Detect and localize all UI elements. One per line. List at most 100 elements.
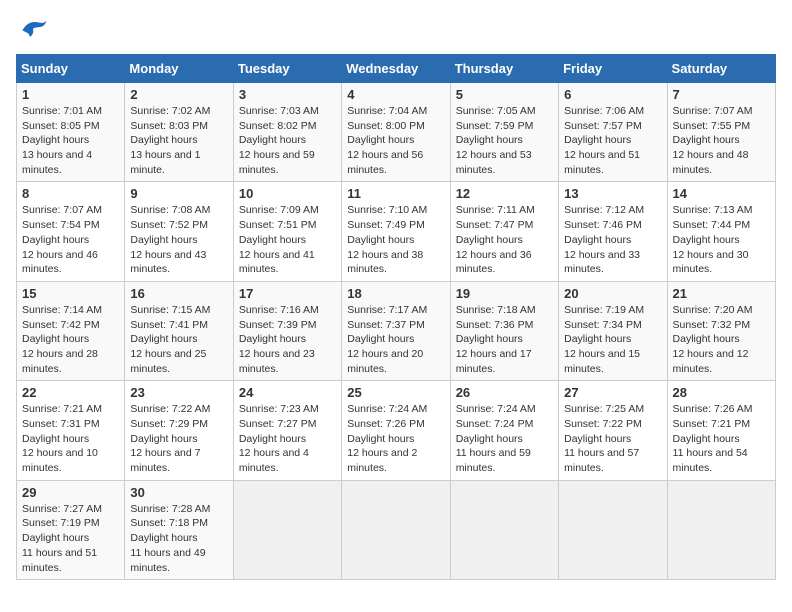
day-number: 16 — [130, 286, 227, 301]
day-info: Sunrise: 7:14 AM Sunset: 7:42 PM Dayligh… — [22, 303, 119, 376]
day-number: 26 — [456, 385, 553, 400]
table-row — [342, 480, 450, 579]
col-friday: Friday — [559, 55, 667, 83]
day-number: 24 — [239, 385, 336, 400]
day-info: Sunrise: 7:03 AM Sunset: 8:02 PM Dayligh… — [239, 104, 336, 177]
day-number: 3 — [239, 87, 336, 102]
day-number: 12 — [456, 186, 553, 201]
day-info: Sunrise: 7:20 AM Sunset: 7:32 PM Dayligh… — [673, 303, 770, 376]
table-row: 3 Sunrise: 7:03 AM Sunset: 8:02 PM Dayli… — [233, 83, 341, 182]
day-number: 22 — [22, 385, 119, 400]
table-row: 18 Sunrise: 7:17 AM Sunset: 7:37 PM Dayl… — [342, 281, 450, 380]
table-row: 8 Sunrise: 7:07 AM Sunset: 7:54 PM Dayli… — [17, 182, 125, 281]
day-number: 19 — [456, 286, 553, 301]
table-row: 7 Sunrise: 7:07 AM Sunset: 7:55 PM Dayli… — [667, 83, 775, 182]
day-number: 28 — [673, 385, 770, 400]
day-number: 4 — [347, 87, 444, 102]
day-info: Sunrise: 7:08 AM Sunset: 7:52 PM Dayligh… — [130, 203, 227, 276]
day-info: Sunrise: 7:21 AM Sunset: 7:31 PM Dayligh… — [22, 402, 119, 475]
table-row: 22 Sunrise: 7:21 AM Sunset: 7:31 PM Dayl… — [17, 381, 125, 480]
calendar-row: 8 Sunrise: 7:07 AM Sunset: 7:54 PM Dayli… — [17, 182, 776, 281]
table-row: 19 Sunrise: 7:18 AM Sunset: 7:36 PM Dayl… — [450, 281, 558, 380]
table-row: 27 Sunrise: 7:25 AM Sunset: 7:22 PM Dayl… — [559, 381, 667, 480]
col-wednesday: Wednesday — [342, 55, 450, 83]
weekday-row: Sunday Monday Tuesday Wednesday Thursday… — [17, 55, 776, 83]
day-info: Sunrise: 7:28 AM Sunset: 7:18 PM Dayligh… — [130, 502, 227, 575]
table-row: 29 Sunrise: 7:27 AM Sunset: 7:19 PM Dayl… — [17, 480, 125, 579]
logo — [16, 16, 52, 44]
day-number: 30 — [130, 485, 227, 500]
table-row: 4 Sunrise: 7:04 AM Sunset: 8:00 PM Dayli… — [342, 83, 450, 182]
day-info: Sunrise: 7:23 AM Sunset: 7:27 PM Dayligh… — [239, 402, 336, 475]
table-row: 12 Sunrise: 7:11 AM Sunset: 7:47 PM Dayl… — [450, 182, 558, 281]
day-number: 17 — [239, 286, 336, 301]
calendar-row: 15 Sunrise: 7:14 AM Sunset: 7:42 PM Dayl… — [17, 281, 776, 380]
table-row: 13 Sunrise: 7:12 AM Sunset: 7:46 PM Dayl… — [559, 182, 667, 281]
day-number: 2 — [130, 87, 227, 102]
day-number: 5 — [456, 87, 553, 102]
day-info: Sunrise: 7:25 AM Sunset: 7:22 PM Dayligh… — [564, 402, 661, 475]
table-row — [450, 480, 558, 579]
day-info: Sunrise: 7:19 AM Sunset: 7:34 PM Dayligh… — [564, 303, 661, 376]
table-row: 20 Sunrise: 7:19 AM Sunset: 7:34 PM Dayl… — [559, 281, 667, 380]
day-info: Sunrise: 7:04 AM Sunset: 8:00 PM Dayligh… — [347, 104, 444, 177]
day-info: Sunrise: 7:13 AM Sunset: 7:44 PM Dayligh… — [673, 203, 770, 276]
day-info: Sunrise: 7:05 AM Sunset: 7:59 PM Dayligh… — [456, 104, 553, 177]
day-number: 6 — [564, 87, 661, 102]
table-row: 1 Sunrise: 7:01 AM Sunset: 8:05 PM Dayli… — [17, 83, 125, 182]
day-info: Sunrise: 7:10 AM Sunset: 7:49 PM Dayligh… — [347, 203, 444, 276]
day-info: Sunrise: 7:11 AM Sunset: 7:47 PM Dayligh… — [456, 203, 553, 276]
day-info: Sunrise: 7:02 AM Sunset: 8:03 PM Dayligh… — [130, 104, 227, 177]
table-row: 5 Sunrise: 7:05 AM Sunset: 7:59 PM Dayli… — [450, 83, 558, 182]
day-number: 27 — [564, 385, 661, 400]
logo-icon — [16, 16, 48, 44]
day-number: 20 — [564, 286, 661, 301]
table-row: 21 Sunrise: 7:20 AM Sunset: 7:32 PM Dayl… — [667, 281, 775, 380]
day-number: 23 — [130, 385, 227, 400]
day-number: 1 — [22, 87, 119, 102]
col-monday: Monday — [125, 55, 233, 83]
table-row — [233, 480, 341, 579]
table-row: 9 Sunrise: 7:08 AM Sunset: 7:52 PM Dayli… — [125, 182, 233, 281]
day-number: 10 — [239, 186, 336, 201]
table-row: 6 Sunrise: 7:06 AM Sunset: 7:57 PM Dayli… — [559, 83, 667, 182]
day-info: Sunrise: 7:24 AM Sunset: 7:26 PM Dayligh… — [347, 402, 444, 475]
col-tuesday: Tuesday — [233, 55, 341, 83]
day-info: Sunrise: 7:26 AM Sunset: 7:21 PM Dayligh… — [673, 402, 770, 475]
day-number: 21 — [673, 286, 770, 301]
calendar-row: 22 Sunrise: 7:21 AM Sunset: 7:31 PM Dayl… — [17, 381, 776, 480]
day-number: 29 — [22, 485, 119, 500]
table-row: 28 Sunrise: 7:26 AM Sunset: 7:21 PM Dayl… — [667, 381, 775, 480]
page-header — [16, 16, 776, 44]
table-row — [559, 480, 667, 579]
table-row: 30 Sunrise: 7:28 AM Sunset: 7:18 PM Dayl… — [125, 480, 233, 579]
table-row: 25 Sunrise: 7:24 AM Sunset: 7:26 PM Dayl… — [342, 381, 450, 480]
calendar-row: 29 Sunrise: 7:27 AM Sunset: 7:19 PM Dayl… — [17, 480, 776, 579]
table-row: 14 Sunrise: 7:13 AM Sunset: 7:44 PM Dayl… — [667, 182, 775, 281]
day-number: 15 — [22, 286, 119, 301]
day-info: Sunrise: 7:24 AM Sunset: 7:24 PM Dayligh… — [456, 402, 553, 475]
day-number: 9 — [130, 186, 227, 201]
col-saturday: Saturday — [667, 55, 775, 83]
table-row: 10 Sunrise: 7:09 AM Sunset: 7:51 PM Dayl… — [233, 182, 341, 281]
day-info: Sunrise: 7:15 AM Sunset: 7:41 PM Dayligh… — [130, 303, 227, 376]
table-row: 26 Sunrise: 7:24 AM Sunset: 7:24 PM Dayl… — [450, 381, 558, 480]
table-row: 11 Sunrise: 7:10 AM Sunset: 7:49 PM Dayl… — [342, 182, 450, 281]
table-row: 16 Sunrise: 7:15 AM Sunset: 7:41 PM Dayl… — [125, 281, 233, 380]
day-number: 13 — [564, 186, 661, 201]
col-sunday: Sunday — [17, 55, 125, 83]
table-row: 24 Sunrise: 7:23 AM Sunset: 7:27 PM Dayl… — [233, 381, 341, 480]
day-info: Sunrise: 7:06 AM Sunset: 7:57 PM Dayligh… — [564, 104, 661, 177]
calendar-body: 1 Sunrise: 7:01 AM Sunset: 8:05 PM Dayli… — [17, 83, 776, 580]
day-info: Sunrise: 7:17 AM Sunset: 7:37 PM Dayligh… — [347, 303, 444, 376]
day-info: Sunrise: 7:07 AM Sunset: 7:55 PM Dayligh… — [673, 104, 770, 177]
table-row: 15 Sunrise: 7:14 AM Sunset: 7:42 PM Dayl… — [17, 281, 125, 380]
day-number: 8 — [22, 186, 119, 201]
day-number: 18 — [347, 286, 444, 301]
table-row: 2 Sunrise: 7:02 AM Sunset: 8:03 PM Dayli… — [125, 83, 233, 182]
calendar-row: 1 Sunrise: 7:01 AM Sunset: 8:05 PM Dayli… — [17, 83, 776, 182]
calendar-table: Sunday Monday Tuesday Wednesday Thursday… — [16, 54, 776, 580]
day-number: 25 — [347, 385, 444, 400]
day-info: Sunrise: 7:12 AM Sunset: 7:46 PM Dayligh… — [564, 203, 661, 276]
table-row: 23 Sunrise: 7:22 AM Sunset: 7:29 PM Dayl… — [125, 381, 233, 480]
